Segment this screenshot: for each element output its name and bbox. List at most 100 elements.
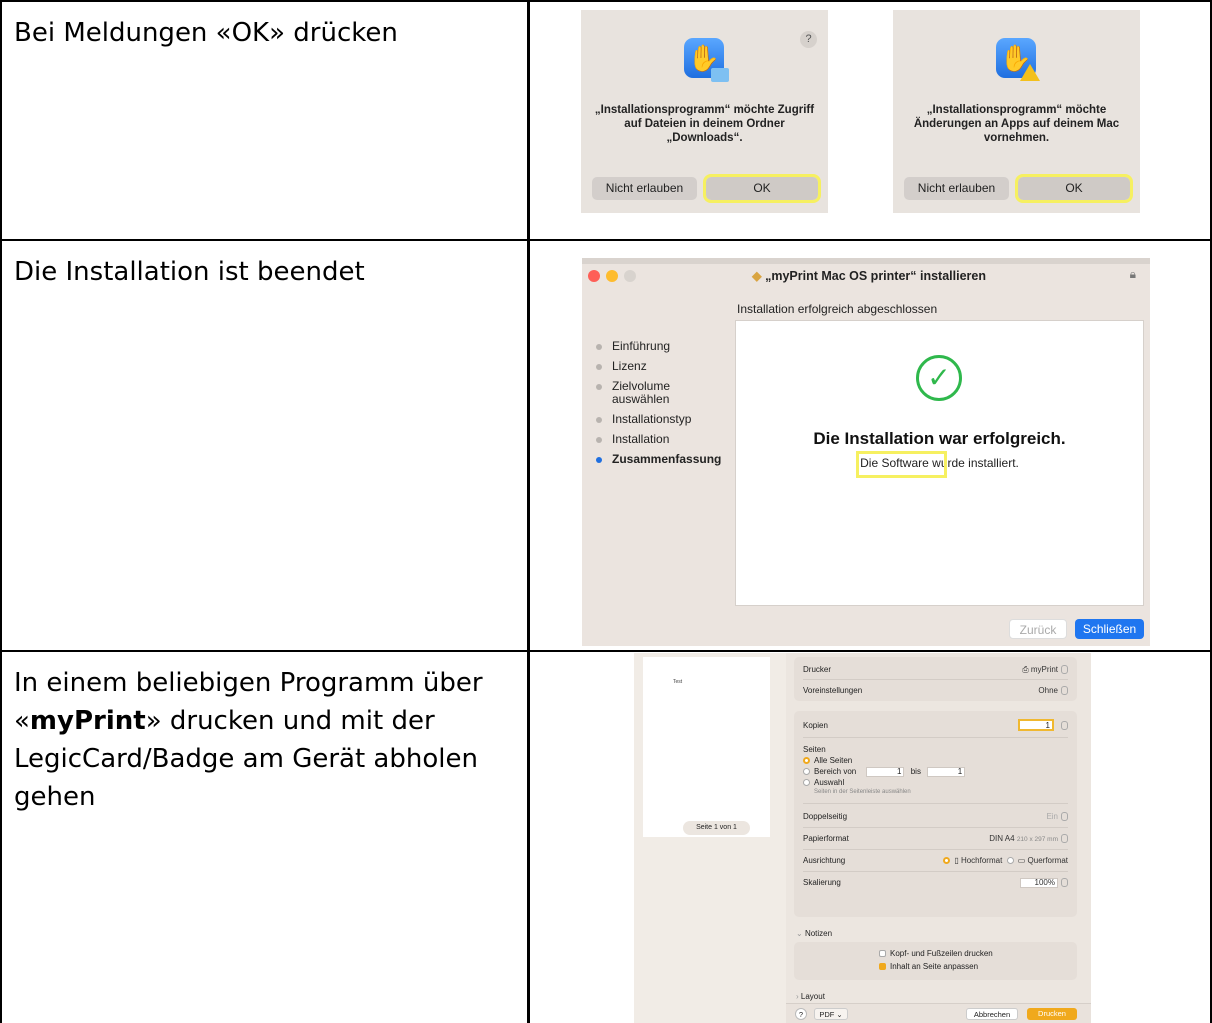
- step-item: Installation: [596, 433, 721, 446]
- instruction-cell: Bei Meldungen «OK» drücken: [2, 2, 530, 239]
- summary-panel: ✓ Die Installation war erfolgreich. Die …: [735, 320, 1144, 606]
- orientation-row: Ausrichtung ▯ Hochformat ▭ Querformat: [803, 854, 1068, 868]
- instruction-text: Die Installation ist beendet: [14, 257, 365, 287]
- copies-row: Kopien 1: [803, 719, 1068, 733]
- minimize-window-button[interactable]: [606, 270, 618, 282]
- installer-subtitle: Installation erfolgreich abgeschlossen: [737, 302, 938, 316]
- landscape-radio[interactable]: [1006, 857, 1014, 865]
- presets-popup-icon: [1061, 686, 1068, 696]
- page-indicator: Seite 1 von 1: [683, 821, 750, 835]
- step-item: Lizenz: [596, 360, 721, 373]
- fit-page-option[interactable]: Inhalt an Seite anpassen: [879, 960, 1068, 974]
- radio-unselected[interactable]: [803, 768, 810, 776]
- step-item: Zielvolume auswählen: [596, 380, 686, 406]
- help-button[interactable]: ?: [800, 31, 817, 48]
- printer-value: myPrint: [1030, 665, 1058, 674]
- divider: [803, 827, 1068, 828]
- paper-label: Papierformat: [803, 834, 849, 843]
- orientation-label: Ausrichtung: [803, 856, 846, 865]
- paper-popup-icon: [1061, 834, 1068, 844]
- preview-sidebar: Test Seite 1 von 1: [634, 653, 786, 1023]
- cancel-button[interactable]: Abbrechen: [966, 1008, 1018, 1020]
- scale-row: Skalierung 100%: [803, 876, 1068, 890]
- window-background-strip: [582, 258, 1150, 264]
- print-bottom-bar: ? PDF ⌄ Abbrechen Drucken: [786, 1003, 1091, 1023]
- duplex-value: Ein: [1046, 812, 1058, 821]
- scale-stepper[interactable]: [1061, 878, 1068, 888]
- dialog-message: „Installationsprogramm“ möchte Zugriff a…: [594, 104, 815, 144]
- printer-icon: ⎙: [1022, 665, 1031, 674]
- checkmark-icon: ✓: [916, 355, 962, 401]
- instruction-text: Bei Meldungen «OK» drücken: [14, 18, 398, 48]
- printer-popup-icon: [1061, 665, 1068, 675]
- ok-button[interactable]: OK: [1015, 174, 1133, 203]
- notes-group: Kopf- und Fußzeilen drucken Inhalt an Se…: [794, 942, 1077, 980]
- layout-disclosure[interactable]: › Layout: [796, 990, 1068, 1004]
- back-button[interactable]: Zurück: [1009, 619, 1067, 639]
- notes-disclosure[interactable]: ⌄ Notizen: [796, 927, 1068, 941]
- apps-permission-dialog: ✋ „Installationsprogramm“ möchte Änderun…: [893, 10, 1140, 213]
- duplex-label: Doppelseitig: [803, 812, 848, 821]
- step-item-active: Zusammenfassung: [596, 453, 721, 466]
- pdf-menu-button[interactable]: PDF ⌄: [814, 1008, 848, 1020]
- myprint-emphasis: myPrint: [29, 706, 146, 736]
- paper-value: DIN A4: [989, 834, 1015, 843]
- copies-input[interactable]: 1: [1018, 719, 1054, 731]
- installer-window: ◆ „myPrint Mac OS printer“ installieren …: [582, 258, 1150, 646]
- checkbox-unchecked[interactable]: [879, 950, 886, 958]
- step-item: Installationstyp: [596, 413, 721, 426]
- deny-button[interactable]: Nicht erlauben: [592, 177, 697, 200]
- ok-button[interactable]: OK: [703, 174, 821, 203]
- copies-stepper[interactable]: [1061, 721, 1068, 730]
- window-title: ◆ „myPrint Mac OS printer“ installieren: [752, 269, 986, 283]
- lock-icon: 🔒︎: [1129, 267, 1136, 281]
- scale-label: Skalierung: [803, 878, 841, 887]
- chevron-down-icon: ⌄: [796, 929, 805, 938]
- divider: [803, 679, 1068, 680]
- copies-label: Kopien: [803, 721, 828, 730]
- copies-pages-group: Kopien 1 Seiten Alle Seiten Bereich von …: [794, 711, 1077, 917]
- step-item: Einführung: [596, 340, 721, 353]
- duplex-row[interactable]: Doppelseitig Ein: [803, 810, 1068, 824]
- landscape-icon: ▭: [1017, 856, 1028, 865]
- paper-row[interactable]: Papierformat DIN A4 210 x 297 mm: [803, 832, 1068, 846]
- page-preview[interactable]: Test Seite 1 von 1: [643, 657, 770, 837]
- printer-label: Drucker: [803, 665, 832, 674]
- paper-size: 210 x 297 mm: [1016, 836, 1058, 843]
- presets-label: Voreinstellungen: [803, 686, 863, 695]
- radio-selected[interactable]: [803, 757, 810, 765]
- help-button[interactable]: ?: [795, 1008, 807, 1020]
- printer-group: Drucker ⎙ myPrint Voreinstellungen Ohne: [794, 657, 1077, 701]
- success-title: Die Installation war erfolgreich.: [813, 429, 1066, 448]
- files-permission-dialog: ✋ ? „Installationsprogramm“ möchte Zugri…: [581, 10, 828, 213]
- chevron-down-icon: ⌄: [834, 1010, 843, 1019]
- scale-input[interactable]: 100%: [1020, 877, 1058, 888]
- divider: [803, 849, 1068, 850]
- selection-hint: Seiten in der Seitenleiste auswählen: [814, 789, 911, 795]
- presets-value: Ohne: [1038, 686, 1058, 695]
- print-dialog: Test Seite 1 von 1 Drucker ⎙ myPrint Vor…: [634, 653, 1091, 1023]
- highlight-box: [856, 451, 947, 478]
- divider: [803, 871, 1068, 872]
- installer-steps: Einführung Lizenz Zielvolume auswählen I…: [596, 340, 721, 473]
- instruction-cell: In einem beliebigen Programm über «myPri…: [2, 652, 530, 1023]
- zoom-window-button[interactable]: [624, 270, 636, 282]
- portrait-radio[interactable]: [943, 857, 951, 865]
- header-footer-option[interactable]: Kopf- und Fußzeilen drucken: [879, 947, 1068, 961]
- checkbox-checked[interactable]: [879, 963, 886, 971]
- divider: [803, 803, 1068, 804]
- portrait-icon: ▯: [954, 856, 961, 865]
- presets-row[interactable]: Voreinstellungen Ohne: [803, 684, 1068, 698]
- close-window-button[interactable]: [588, 270, 600, 282]
- duplex-popup-icon: [1061, 812, 1068, 822]
- folder-icon: [711, 68, 729, 82]
- close-button[interactable]: Schließen: [1075, 619, 1144, 639]
- divider: [803, 737, 1068, 738]
- preview-text: Test: [673, 679, 683, 685]
- printer-row[interactable]: Drucker ⎙ myPrint: [803, 663, 1068, 677]
- instruction-text: In einem beliebigen Programm über «myPri…: [14, 668, 483, 812]
- warning-icon: [1020, 64, 1040, 81]
- dialog-message: „Installationsprogramm“ möchte Änderunge…: [913, 104, 1120, 144]
- print-button[interactable]: Drucken: [1027, 1008, 1077, 1020]
- deny-button[interactable]: Nicht erlauben: [904, 177, 1009, 200]
